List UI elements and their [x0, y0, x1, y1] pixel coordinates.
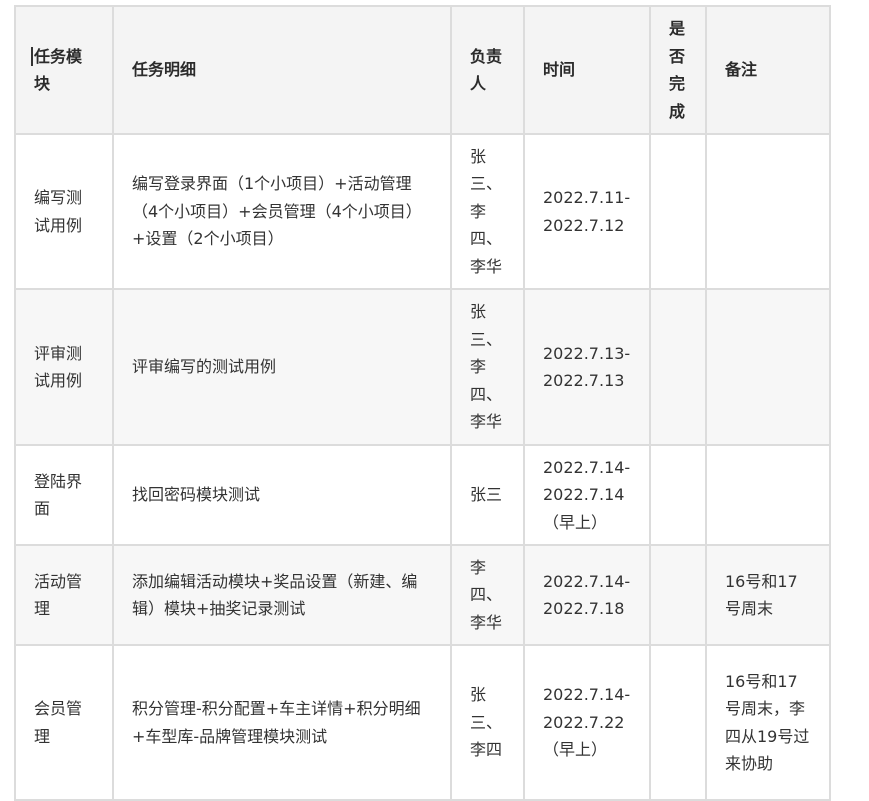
cell-owner: 李四、李华 [450, 544, 525, 646]
table-row: 登陆界面 找回密码模块测试 张三 2022.7.14-2022.7.14（早上） [14, 444, 831, 546]
header-detail: 任务明细 [112, 5, 452, 135]
cell-time: 2022.7.13-2022.7.13 [523, 288, 651, 446]
cell-detail: 评审编写的测试用例 [112, 288, 452, 446]
header-time: 时间 [523, 5, 651, 135]
header-done: 是否完成 [649, 5, 707, 135]
cell-owner: 张三、李四、李华 [450, 133, 525, 290]
table-row: 评审测试用例 评审编写的测试用例 张三、李四、李华 2022.7.13-2022… [14, 288, 831, 446]
cell-note [705, 444, 831, 546]
cell-note [705, 288, 831, 446]
cell-time: 2022.7.11-2022.7.12 [523, 133, 651, 290]
cell-module: 编写测试用例 [14, 133, 114, 290]
cell-done [649, 544, 707, 646]
cell-detail: 找回密码模块测试 [112, 444, 452, 546]
cell-time: 2022.7.14-2022.7.18 [523, 544, 651, 646]
cell-done [649, 444, 707, 546]
table-header-row: 任务模块 任务明细 负责人 时间 是否完成 备注 [14, 5, 831, 135]
header-module: 任务模块 [14, 5, 114, 135]
cell-done [649, 644, 707, 801]
cell-time: 2022.7.14-2022.7.22（早上） [523, 644, 651, 801]
cell-owner: 张三、李四、李华 [450, 288, 525, 446]
task-table: 任务模块 任务明细 负责人 时间 是否完成 备注 编写测试用例 编写登录界面（1… [14, 5, 831, 801]
cell-detail: 积分管理-积分配置+车主详情+积分明细+车型库-品牌管理模块测试 [112, 644, 452, 801]
cell-module: 评审测试用例 [14, 288, 114, 446]
header-owner: 负责人 [450, 5, 525, 135]
cell-owner: 张三、李四 [450, 644, 525, 801]
cell-detail: 添加编辑活动模块+奖品设置（新建、编辑）模块+抽奖记录测试 [112, 544, 452, 646]
cell-note: 16号和17号周末，李四从19号过来协助 [705, 644, 831, 801]
cell-detail: 编写登录界面（1个小项目）+活动管理（4个小项目）+会员管理（4个小项目）+设置… [112, 133, 452, 290]
cell-owner: 张三 [450, 444, 525, 546]
table-row: 编写测试用例 编写登录界面（1个小项目）+活动管理（4个小项目）+会员管理（4个… [14, 133, 831, 290]
header-note: 备注 [705, 5, 831, 135]
cell-done [649, 133, 707, 290]
table-row: 活动管理 添加编辑活动模块+奖品设置（新建、编辑）模块+抽奖记录测试 李四、李华… [14, 544, 831, 646]
cell-module: 活动管理 [14, 544, 114, 646]
cell-time: 2022.7.14-2022.7.14（早上） [523, 444, 651, 546]
cell-done [649, 288, 707, 446]
table-row: 会员管理 积分管理-积分配置+车主详情+积分明细+车型库-品牌管理模块测试 张三… [14, 644, 831, 801]
cell-note: 16号和17号周末 [705, 544, 831, 646]
cell-note [705, 133, 831, 290]
cell-module: 登陆界面 [14, 444, 114, 546]
cell-module: 会员管理 [14, 644, 114, 801]
